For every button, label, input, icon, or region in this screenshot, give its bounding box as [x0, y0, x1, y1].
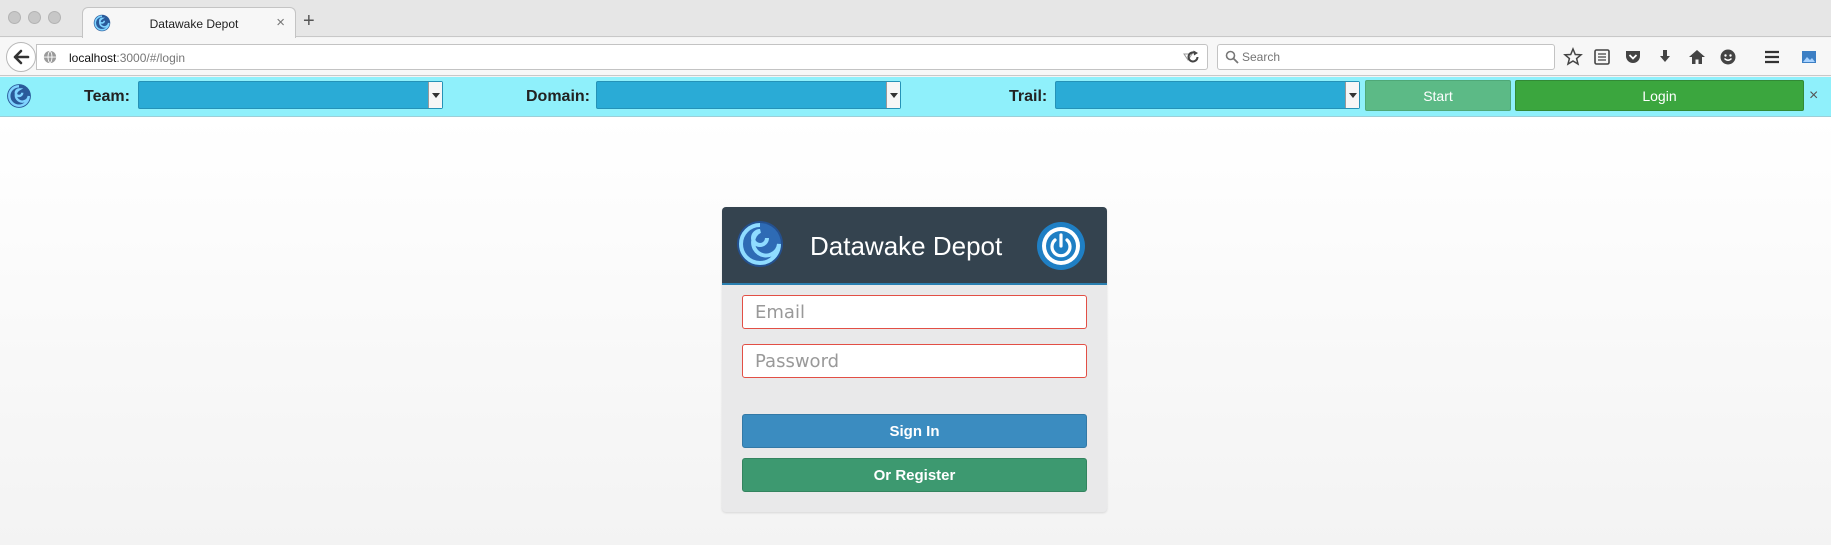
- back-button[interactable]: [6, 42, 36, 72]
- search-icon: [1225, 50, 1239, 64]
- start-button[interactable]: Start: [1365, 80, 1511, 111]
- window-minimize-button[interactable]: [28, 11, 41, 24]
- browser-search-bar[interactable]: [1217, 44, 1555, 70]
- power-icon: [1037, 222, 1085, 270]
- url-host: localhost: [69, 51, 117, 65]
- datawake-toolbar: Team: Domain: Trail: Start Login ×: [0, 77, 1831, 117]
- home-icon[interactable]: [1687, 47, 1707, 67]
- reading-list-icon[interactable]: [1592, 47, 1612, 67]
- new-tab-button[interactable]: +: [303, 11, 315, 31]
- download-icon[interactable]: [1655, 47, 1675, 67]
- hamburger-menu-icon[interactable]: [1762, 47, 1782, 67]
- browser-titlebar: Datawake Depot × +: [0, 0, 1831, 38]
- url-text: localhost:3000/#/login: [69, 51, 185, 65]
- smiley-icon[interactable]: [1718, 47, 1738, 67]
- url-path: :3000/#/login: [116, 51, 186, 65]
- password-field[interactable]: [742, 344, 1087, 378]
- page-content: Datawake Depot Sign In Or Register: [0, 117, 1831, 545]
- domain-select[interactable]: [596, 81, 901, 109]
- url-bar[interactable]: localhost:3000/#/login: [36, 44, 1208, 70]
- email-field[interactable]: [742, 295, 1087, 329]
- login-panel-header: Datawake Depot: [722, 207, 1107, 285]
- tab-title: Datawake Depot: [149, 17, 239, 31]
- register-button[interactable]: Or Register: [742, 458, 1087, 492]
- password-input[interactable]: [743, 345, 1086, 377]
- login-title: Datawake Depot: [810, 231, 1003, 261]
- browser-search-input[interactable]: [1242, 47, 1542, 67]
- chevron-down-icon[interactable]: [886, 82, 900, 108]
- team-label: Team:: [84, 88, 130, 105]
- datawake-logo-icon: [7, 84, 31, 108]
- pocket-icon[interactable]: [1623, 47, 1643, 67]
- reload-icon[interactable]: [1180, 46, 1206, 68]
- toolbar-login-button[interactable]: Login: [1515, 80, 1804, 111]
- datawake-logo-icon: [93, 14, 111, 32]
- domain-label: Domain:: [526, 88, 590, 105]
- browser-tab-active[interactable]: Datawake Depot ×: [82, 7, 296, 38]
- email-input[interactable]: [743, 296, 1086, 328]
- datawake-logo-icon: [737, 221, 783, 267]
- close-icon[interactable]: ×: [1809, 87, 1818, 105]
- globe-icon: [43, 50, 57, 64]
- chevron-down-icon[interactable]: [428, 82, 442, 108]
- trail-label: Trail:: [1009, 88, 1048, 105]
- chevron-down-icon[interactable]: [1345, 82, 1359, 108]
- window-zoom-button[interactable]: [48, 11, 61, 24]
- star-icon[interactable]: [1563, 47, 1583, 67]
- picture-icon[interactable]: [1799, 47, 1819, 67]
- tab-close-icon[interactable]: ×: [276, 14, 285, 32]
- team-select[interactable]: [138, 81, 443, 109]
- browser-navbar: localhost:3000/#/login: [0, 38, 1831, 76]
- window-close-button[interactable]: [8, 11, 21, 24]
- sign-in-button[interactable]: Sign In: [742, 414, 1087, 448]
- login-panel: Datawake Depot Sign In Or Register: [722, 207, 1107, 512]
- back-arrow-icon: [13, 49, 30, 65]
- trail-select[interactable]: [1055, 81, 1360, 109]
